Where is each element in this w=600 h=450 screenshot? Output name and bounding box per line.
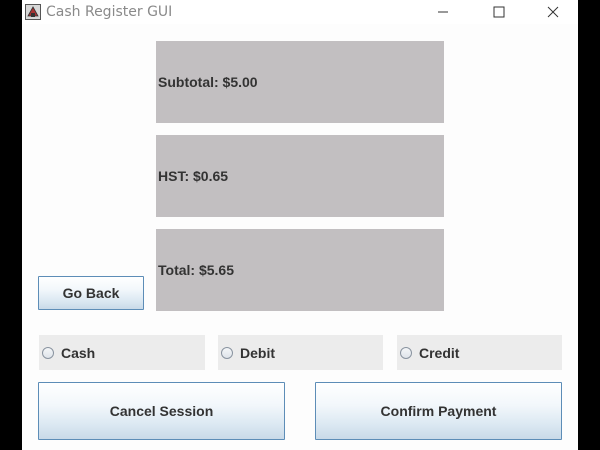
credit-radio-label: Credit (419, 344, 460, 361)
go-back-button[interactable]: Go Back (38, 276, 144, 310)
confirm-payment-button[interactable]: Confirm Payment (315, 382, 562, 440)
debit-radio-button[interactable] (221, 346, 233, 359)
maximize-button[interactable] (476, 0, 522, 24)
total-panel: Total: $5.65 (156, 229, 444, 311)
close-button[interactable] (530, 0, 576, 24)
cancel-session-button[interactable]: Cancel Session (38, 382, 285, 440)
hst-panel: HST: $0.65 (156, 135, 444, 217)
title-bar[interactable]: Cash Register GUI (22, 0, 578, 24)
cash-radio-label: Cash (61, 344, 96, 361)
credit-radio-option[interactable]: Credit (397, 335, 562, 370)
window-title: Cash Register GUI (46, 4, 173, 20)
content-pane: Subtotal: $5.00 HST: $0.65 Total: $5.65 … (22, 24, 578, 450)
app-window: Cash Register GUI Subtotal: $5.00 HST: $… (22, 0, 578, 450)
hst-label: HST: $0.65 (158, 168, 229, 184)
java-app-icon (25, 4, 41, 20)
minimize-button[interactable] (420, 0, 466, 24)
credit-radio-button[interactable] (400, 346, 412, 359)
minimize-icon (438, 11, 448, 13)
debit-radio-label: Debit (240, 344, 275, 361)
close-icon (547, 6, 559, 18)
subtotal-label: Subtotal: $5.00 (158, 74, 258, 90)
cash-radio-button[interactable] (42, 346, 54, 359)
subtotal-panel: Subtotal: $5.00 (156, 41, 444, 123)
debit-radio-option[interactable]: Debit (218, 335, 383, 370)
cash-radio-option[interactable]: Cash (39, 335, 205, 370)
total-label: Total: $5.65 (158, 262, 234, 278)
maximize-icon (493, 6, 505, 18)
